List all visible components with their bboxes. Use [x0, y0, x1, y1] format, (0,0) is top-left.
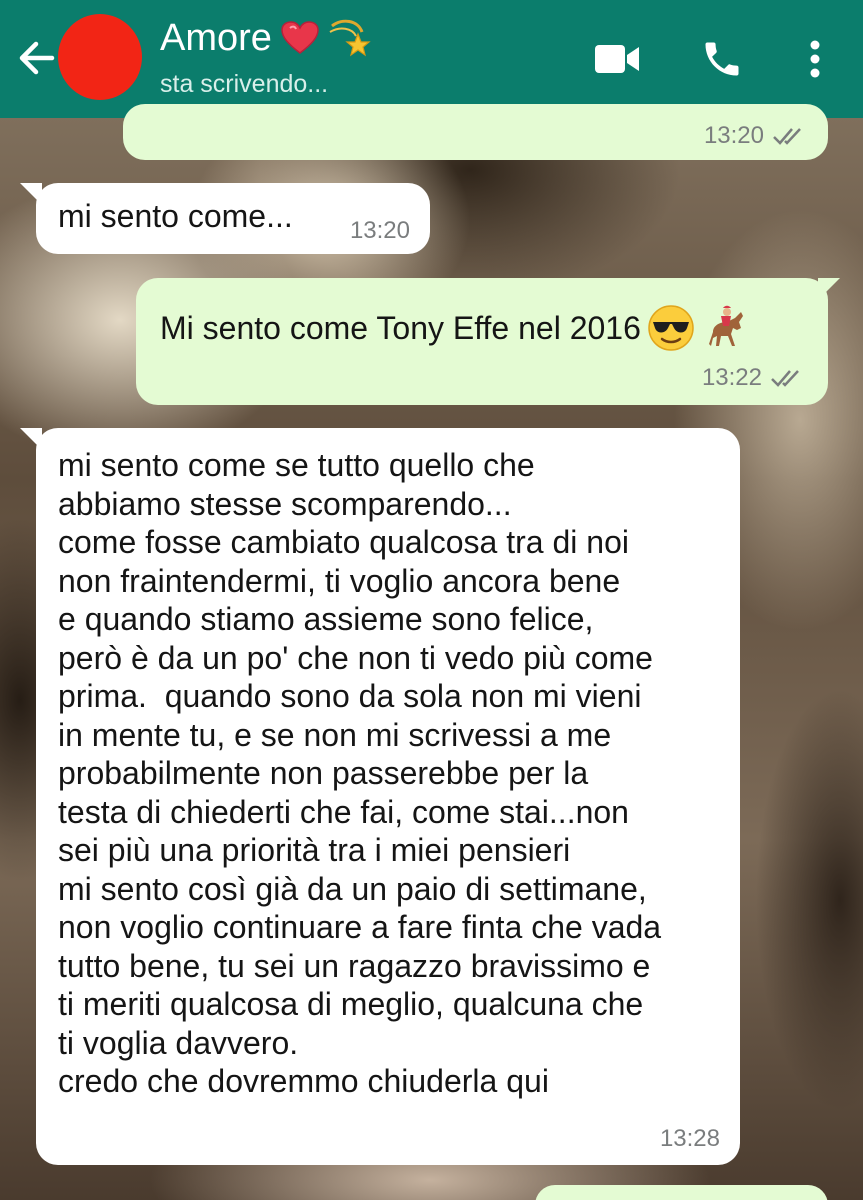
message-time: 13:20: [349, 217, 410, 244]
message-time: 13:22: [701, 364, 762, 391]
message-bubble-outgoing[interactable]: Mi sento come Tony Effe nel 2016 13:22: [136, 278, 828, 405]
read-double-check-icon: [773, 128, 801, 145]
video-call-icon: [595, 45, 639, 73]
video-call-button[interactable]: [592, 34, 642, 84]
message-text: mi sento come se tutto quello che abbiam…: [58, 447, 662, 1099]
message-meta: 13:22: [702, 364, 804, 392]
phone-call-icon: [705, 42, 739, 76]
message-bubble-outgoing[interactable]: [535, 1185, 828, 1200]
message-meta: 13:20: [704, 122, 806, 150]
read-double-check-icon: [771, 370, 799, 387]
voice-call-button[interactable]: [697, 34, 747, 84]
dizzy-star-icon: [329, 19, 371, 57]
back-button[interactable]: [14, 36, 58, 80]
back-arrow-icon: [19, 41, 55, 75]
avatar[interactable]: [58, 14, 142, 100]
chat-header: Amore sta scrivendo...: [0, 0, 863, 118]
message-bubble-incoming[interactable]: mi sento come... 13:20: [36, 183, 430, 254]
chat-title-block[interactable]: Amore sta scrivendo...: [160, 14, 372, 102]
typing-status: sta scrivendo...: [160, 70, 329, 98]
message-time: 13:20: [703, 122, 764, 149]
message-text: mi sento come...: [58, 198, 293, 234]
horse-racing-emoji-icon: [708, 305, 743, 346]
message-text: Mi sento come Tony Effe nel 2016: [160, 310, 641, 346]
sunglasses-face-emoji-icon: [648, 305, 694, 351]
message-bubble-outgoing[interactable]: 13:20: [123, 104, 828, 160]
sparkling-heart-icon: [281, 21, 319, 54]
chat-name: Amore: [160, 17, 272, 59]
more-options-button[interactable]: [790, 34, 840, 84]
message-time: 13:28: [659, 1125, 720, 1152]
more-options-icon: [810, 40, 820, 78]
message-bubble-incoming[interactable]: mi sento come se tutto quello che abbiam…: [36, 428, 740, 1165]
message-text-row: Mi sento come Tony Effe nel 2016: [160, 304, 749, 352]
